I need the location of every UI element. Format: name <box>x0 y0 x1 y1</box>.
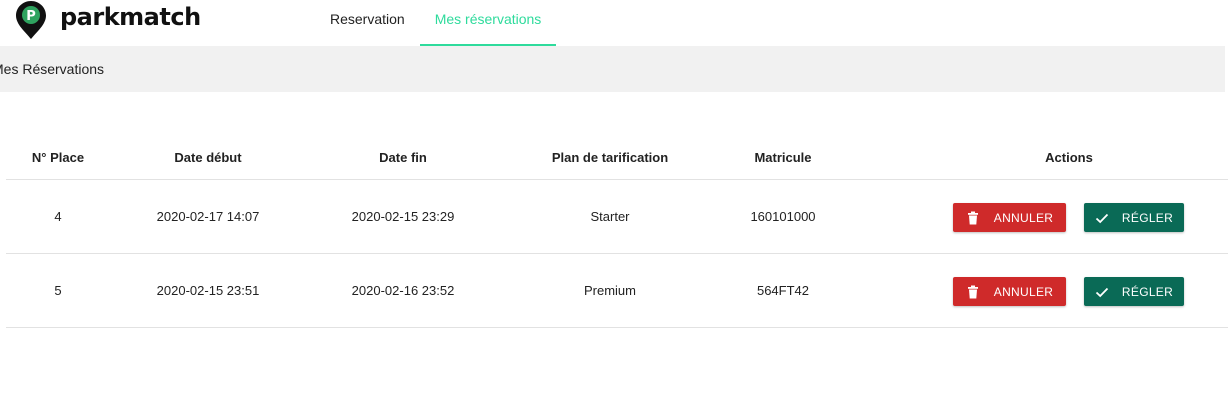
pay-button[interactable]: RÉGLER <box>1084 203 1184 232</box>
header-plan: Plan de tarification <box>551 150 669 165</box>
cancel-button[interactable]: ANNULER <box>953 277 1066 306</box>
brand-name: parkmatch <box>60 3 201 31</box>
pay-button-label: RÉGLER <box>1121 284 1174 299</box>
brand-logo[interactable]: P parkmatch <box>15 0 201 40</box>
pay-button-label: RÉGLER <box>1121 210 1174 225</box>
cell-plan: Starter <box>590 209 630 224</box>
table-row: 5 2020-02-15 23:51 2020-02-16 23:52 Prem… <box>6 254 1228 328</box>
trash-icon <box>967 211 978 224</box>
reservations-table: N° Place Date début Date fin Plan de tar… <box>6 136 1228 328</box>
header-place: N° Place <box>31 150 85 165</box>
main-nav: Reservation Mes réservations <box>315 0 557 46</box>
cell-date-fin: 2020-02-16 23:52 <box>351 283 455 298</box>
trash-icon <box>967 285 978 298</box>
table-header-row: N° Place Date début Date fin Plan de tar… <box>6 136 1228 180</box>
cell-date-fin: 2020-02-15 23:29 <box>351 209 455 224</box>
app-header: P parkmatch Reservation Mes réservations <box>0 0 1228 46</box>
header-date-debut: Date début <box>174 150 242 165</box>
cell-matricule: 160101000 <box>750 209 816 224</box>
cell-matricule: 564FT42 <box>756 283 810 298</box>
tab-mes-reservations[interactable]: Mes réservations <box>419 0 557 46</box>
header-date-fin: Date fin <box>379 150 427 165</box>
header-matricule: Matricule <box>754 150 812 165</box>
table-row: 4 2020-02-17 14:07 2020-02-15 23:29 Star… <box>6 180 1228 254</box>
parking-pin-icon: P <box>16 1 46 39</box>
check-icon <box>1095 213 1109 223</box>
pay-button[interactable]: RÉGLER <box>1084 277 1184 306</box>
cancel-button-label: ANNULER <box>993 284 1054 299</box>
cell-place: 5 <box>54 283 62 298</box>
cell-plan: Premium <box>583 283 636 298</box>
svg-text:P: P <box>26 9 36 24</box>
cell-date-debut: 2020-02-17 14:07 <box>156 209 260 224</box>
cancel-button[interactable]: ANNULER <box>953 203 1066 232</box>
page-title: Mes Réservations <box>0 61 105 77</box>
cell-date-debut: 2020-02-15 23:51 <box>156 283 260 298</box>
check-icon <box>1095 287 1109 297</box>
page-title-bar: Mes Réservations <box>0 46 1225 92</box>
header-actions: Actions <box>1045 150 1093 165</box>
cell-place: 4 <box>54 209 62 224</box>
cancel-button-label: ANNULER <box>993 210 1054 225</box>
tab-reservation[interactable]: Reservation <box>315 0 420 46</box>
